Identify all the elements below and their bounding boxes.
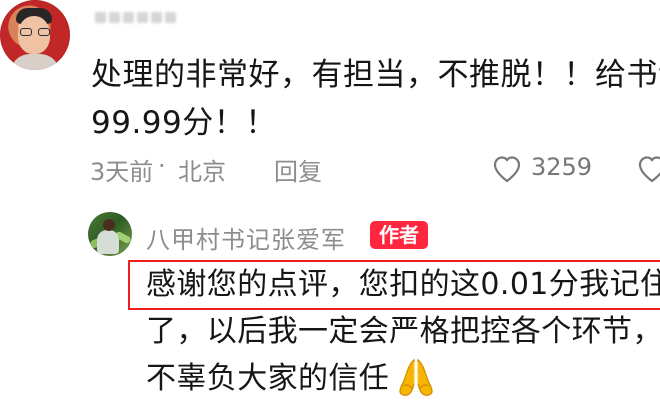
avatar-shirt	[10, 54, 60, 70]
commenter-avatar[interactable]	[0, 0, 70, 70]
reply-author-name[interactable]: 八甲村书记张爱军	[146, 220, 346, 255]
blurred-username	[95, 8, 185, 28]
comment-time: 3天前	[90, 158, 154, 186]
blurred-character	[151, 12, 162, 23]
partial-heart-icon[interactable]	[638, 153, 660, 185]
blurred-character	[95, 12, 106, 23]
reply-line-2: 了，以后我一定会严格把控各个环节，	[146, 314, 660, 349]
blurred-character	[123, 12, 134, 23]
meta-separator: ·	[158, 152, 166, 180]
comment-line-1: 处理的非常好，有担当，不推脱！！给书记	[91, 57, 660, 93]
comment-text: 处理的非常好，有担当，不推脱！！给书记 99.99分！！	[91, 51, 660, 147]
avatar-head	[103, 219, 115, 231]
blurred-character	[165, 12, 176, 23]
reply-button[interactable]: 回复	[274, 152, 322, 187]
blurred-character	[137, 12, 148, 23]
reply-line-1: 感谢您的点评，您扣的这0.01分我记住	[146, 267, 660, 302]
folded-hands-icon	[399, 358, 433, 396]
author-badge: 作者	[370, 221, 428, 249]
avatar-person	[97, 230, 119, 254]
comment-thread: 处理的非常好，有担当，不推脱！！给书记 99.99分！！ 3天前 · 北京 回复…	[0, 0, 660, 413]
author-avatar[interactable]	[88, 212, 132, 256]
comment-location: 北京	[178, 158, 226, 186]
like-button[interactable]: 3259	[491, 153, 611, 185]
blurred-character	[109, 12, 120, 23]
like-count: 3259	[531, 153, 593, 181]
avatar-glasses	[18, 28, 52, 38]
comment-line-2: 99.99分！！	[91, 105, 277, 141]
heart-icon	[493, 156, 521, 183]
